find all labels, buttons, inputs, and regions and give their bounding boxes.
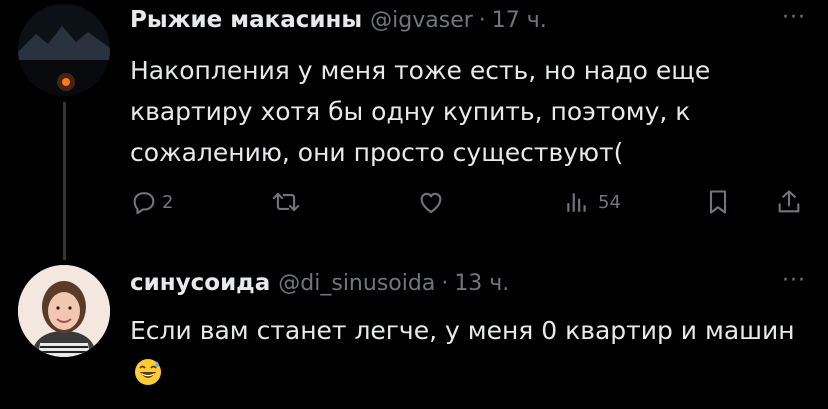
- tweet-text: Накопления у меня тоже есть, но надо еще…: [130, 56, 711, 167]
- tweet-header: Рыжие макасины @igvaser · 17 ч.: [130, 7, 547, 33]
- author-handle[interactable]: @di_sinusoida: [278, 271, 435, 296]
- share-button[interactable]: [775, 188, 803, 216]
- tweet-header: синусоида @di_sinusoida · 13 ч.: [130, 270, 509, 296]
- thread-connector-line: [63, 102, 66, 260]
- grinning-face-with-sweat-icon: [134, 357, 162, 398]
- analytics-icon: [567, 193, 586, 212]
- timestamp[interactable]: 17 ч.: [492, 8, 547, 33]
- separator-dot: ·: [478, 8, 486, 33]
- separator-dot: ·: [441, 271, 449, 296]
- views-button[interactable]: 54: [564, 188, 621, 216]
- author-name[interactable]: Рыжие макасины: [130, 7, 362, 33]
- author-avatar[interactable]: [18, 4, 110, 96]
- tweet-text-content: Если вам станет легче, у меня 0 квартир …: [130, 316, 795, 345]
- retweet-button[interactable]: [271, 188, 301, 216]
- author-name[interactable]: синусоида: [130, 270, 270, 296]
- heart-icon: [420, 192, 442, 213]
- view-count: 54: [598, 191, 621, 213]
- timestamp[interactable]: 13 ч.: [454, 271, 509, 296]
- share-icon: [778, 190, 800, 213]
- reply-button[interactable]: 2: [130, 188, 173, 216]
- more-options-icon[interactable]: ···: [782, 268, 806, 293]
- author-avatar[interactable]: [18, 265, 110, 357]
- author-handle[interactable]: @igvaser: [370, 8, 473, 33]
- retweet-icon: [272, 192, 300, 212]
- reply-icon: [133, 192, 155, 215]
- bookmark-button[interactable]: [704, 188, 732, 216]
- tweet-actions: 2 54: [130, 188, 810, 224]
- bookmark-icon: [709, 190, 727, 214]
- like-button[interactable]: [417, 188, 445, 216]
- reply-count: 2: [162, 191, 174, 213]
- more-options-icon[interactable]: ···: [782, 5, 806, 30]
- tweet-text: Если вам станет легче, у меня 0 квартир …: [130, 310, 810, 398]
